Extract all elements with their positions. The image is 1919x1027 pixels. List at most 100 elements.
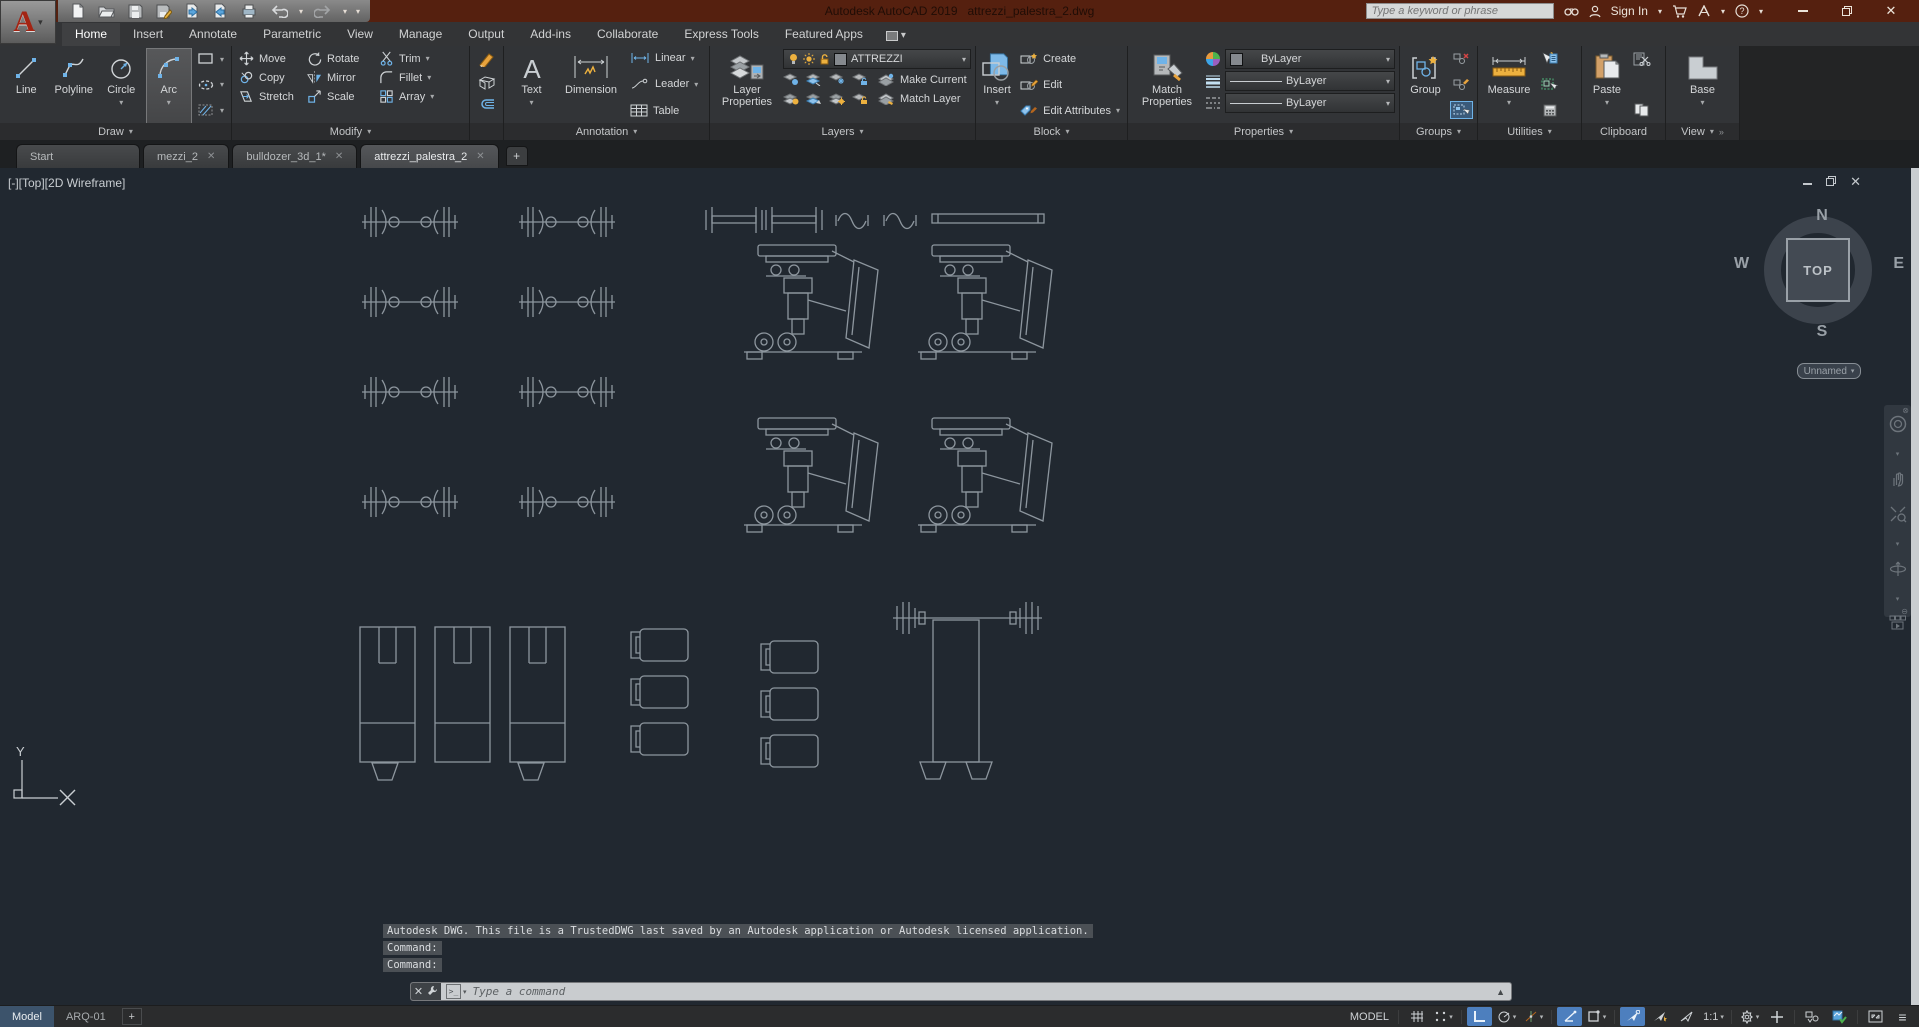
close-tab-icon[interactable]: ✕ xyxy=(207,151,215,162)
qat-customize-dropdown[interactable]: ▾ xyxy=(356,7,360,16)
application-menu-button[interactable]: A ▾ xyxy=(0,0,56,44)
isolate-objects-button[interactable] xyxy=(1800,1007,1825,1026)
viewcube-north[interactable]: N xyxy=(1756,207,1888,225)
layer-off-icon[interactable] xyxy=(783,73,799,86)
edit-attributes-button[interactable]: Edit Attributes ▾ xyxy=(1017,102,1123,119)
help-search-input[interactable] xyxy=(1365,3,1554,19)
tab-add-ins[interactable]: Add-ins xyxy=(517,23,584,46)
annotation-visibility-button[interactable] xyxy=(1620,1007,1645,1026)
copy-clip-icon[interactable] xyxy=(1631,101,1653,119)
file-tab-attrezzi-palestra[interactable]: attrezzi_palestra_2 ✕ xyxy=(360,144,499,168)
ortho-mode-button[interactable] xyxy=(1467,1007,1492,1026)
ribbon-display-toggle[interactable]: ▾ xyxy=(885,30,906,46)
open-file-button[interactable] xyxy=(96,2,117,20)
linear-dimension-button[interactable]: Linear ▾ xyxy=(627,50,701,66)
copy-button[interactable]: Copy xyxy=(236,68,304,87)
layer-select-combo[interactable]: ATTREZZI ▾ xyxy=(783,49,971,69)
minimize-button[interactable] xyxy=(1781,0,1825,22)
tab-parametric[interactable]: Parametric xyxy=(250,23,334,46)
redo-dropdown[interactable]: ▾ xyxy=(343,7,347,16)
panel-footer-block[interactable]: Block ▾ xyxy=(976,123,1127,140)
save-as-button[interactable] xyxy=(154,2,174,21)
navigation-bar[interactable]: ⊗ ▾ ▾ ▾ ⊖ xyxy=(1884,405,1911,630)
tab-home[interactable]: Home xyxy=(62,23,121,46)
edit-block-button[interactable]: Edit xyxy=(1017,76,1123,93)
app-store-cart-icon[interactable] xyxy=(1672,4,1687,18)
polyline-button[interactable]: Polyline xyxy=(52,49,97,123)
plot-button[interactable] xyxy=(239,2,259,21)
file-tab-bulldozer[interactable]: bulldozer_3d_1* ✕ xyxy=(232,144,358,168)
file-tab-mezzi2[interactable]: mezzi_2 ✕ xyxy=(143,144,230,168)
array-button[interactable]: Array ▾ xyxy=(376,87,437,106)
make-current-button[interactable]: Make Current xyxy=(875,71,970,88)
viewport-restore-icon[interactable] xyxy=(1826,175,1837,189)
close-tab-icon[interactable]: ✕ xyxy=(335,151,343,162)
ungroup-icon[interactable] xyxy=(1450,50,1473,67)
save-button[interactable] xyxy=(126,2,145,21)
layer-freeze-icon[interactable] xyxy=(829,73,845,86)
command-expand-icon[interactable]: ▲ xyxy=(1496,987,1511,997)
explode-icon[interactable] xyxy=(476,73,498,92)
line-button[interactable]: Line xyxy=(4,49,49,123)
command-line-grip[interactable]: ✕ xyxy=(411,983,441,1000)
viewcube-south[interactable]: S xyxy=(1756,323,1888,341)
rectangle-button[interactable]: ▾ xyxy=(194,50,227,68)
grid-display-button[interactable] xyxy=(1404,1007,1429,1026)
annotation-monitor-button[interactable] xyxy=(1764,1007,1789,1026)
viewcube[interactable]: N S W E TOP xyxy=(1734,207,1904,358)
mirror-button[interactable]: Mirror xyxy=(304,68,376,87)
pan-hand-icon[interactable] xyxy=(1889,470,1907,493)
command-customize-wrench-icon[interactable] xyxy=(427,985,438,999)
viewcube-east[interactable]: E xyxy=(1893,255,1904,273)
object-snap-tracking-button[interactable] xyxy=(1557,1007,1582,1026)
navbar-close-icon[interactable]: ⊗ xyxy=(1902,406,1909,415)
model-space-indicator[interactable]: MODEL xyxy=(1350,1011,1389,1023)
cut-icon[interactable] xyxy=(1631,50,1653,68)
select-similar-icon[interactable] xyxy=(1539,76,1560,93)
redo-button[interactable] xyxy=(312,3,334,20)
panel-footer-annotation[interactable]: Annotation ▾ xyxy=(504,123,709,140)
scale-button[interactable]: Scale xyxy=(304,87,376,106)
text-button[interactable]: A Text ▾ xyxy=(508,49,555,123)
new-file-button[interactable] xyxy=(68,1,87,21)
viewport-close-icon[interactable]: ✕ xyxy=(1850,174,1861,190)
leader-button[interactable]: Leader ▾ xyxy=(627,76,701,92)
panel-footer-utilities[interactable]: Utilities ▾ xyxy=(1478,123,1581,140)
save-to-web-button[interactable] xyxy=(211,1,230,21)
layer-color-swatch[interactable] xyxy=(834,52,847,66)
layer-unlock-all-icon[interactable] xyxy=(852,92,868,105)
base-button[interactable]: Base ▾ xyxy=(1675,49,1731,123)
lineweight-combo[interactable]: ByLayer ▾ xyxy=(1225,71,1395,91)
object-color-combo[interactable]: ByLayer ▾ xyxy=(1225,49,1395,69)
panel-footer-layers[interactable]: Layers ▾ xyxy=(710,123,975,140)
quick-select-icon[interactable] xyxy=(1539,50,1560,67)
share-dropdown[interactable]: ▾ xyxy=(1721,7,1725,16)
annotation-scale-value[interactable]: 1:1 ▾ xyxy=(1701,1007,1726,1026)
group-selection-toggle-icon[interactable] xyxy=(1450,101,1473,119)
stretch-button[interactable]: Stretch xyxy=(236,87,304,106)
panel-footer-properties[interactable]: Properties ▾ xyxy=(1128,123,1399,140)
tab-featured-apps[interactable]: Featured Apps xyxy=(772,23,876,46)
snap-mode-button[interactable]: ▾ xyxy=(1431,1007,1456,1026)
command-prompt-icon[interactable]: >_ ▾ xyxy=(446,984,467,999)
panel-footer-clipboard[interactable]: Clipboard xyxy=(1582,123,1665,140)
dimension-button[interactable]: Dimension xyxy=(558,49,624,123)
tab-view[interactable]: View xyxy=(334,23,386,46)
panel-footer-draw[interactable]: Draw ▾ xyxy=(0,123,231,140)
viewport-controls-label[interactable]: [-][Top][2D Wireframe] xyxy=(8,176,125,190)
circle-button[interactable]: Circle ▾ xyxy=(99,49,144,123)
move-button[interactable]: Move xyxy=(236,49,304,68)
layer-previous-icon[interactable] xyxy=(806,92,822,105)
layer-lock-icon[interactable] xyxy=(852,73,868,86)
right-edge-panel-strip[interactable] xyxy=(1911,168,1919,1005)
layer-isolate-icon[interactable] xyxy=(806,73,822,86)
layer-on-icon[interactable] xyxy=(783,92,799,105)
join-icon[interactable] xyxy=(476,96,498,112)
layer-combo-dropdown[interactable]: ▾ xyxy=(962,55,966,64)
autoscale-button[interactable] xyxy=(1647,1007,1672,1026)
isometric-drafting-button[interactable]: ▾ xyxy=(1521,1007,1546,1026)
new-layout-button[interactable]: + xyxy=(121,1008,142,1025)
measure-button[interactable]: Measure ▾ xyxy=(1482,49,1536,123)
showmotion-icon[interactable] xyxy=(1889,615,1907,635)
layout-tab-arq01[interactable]: ARQ-01 xyxy=(54,1006,118,1027)
